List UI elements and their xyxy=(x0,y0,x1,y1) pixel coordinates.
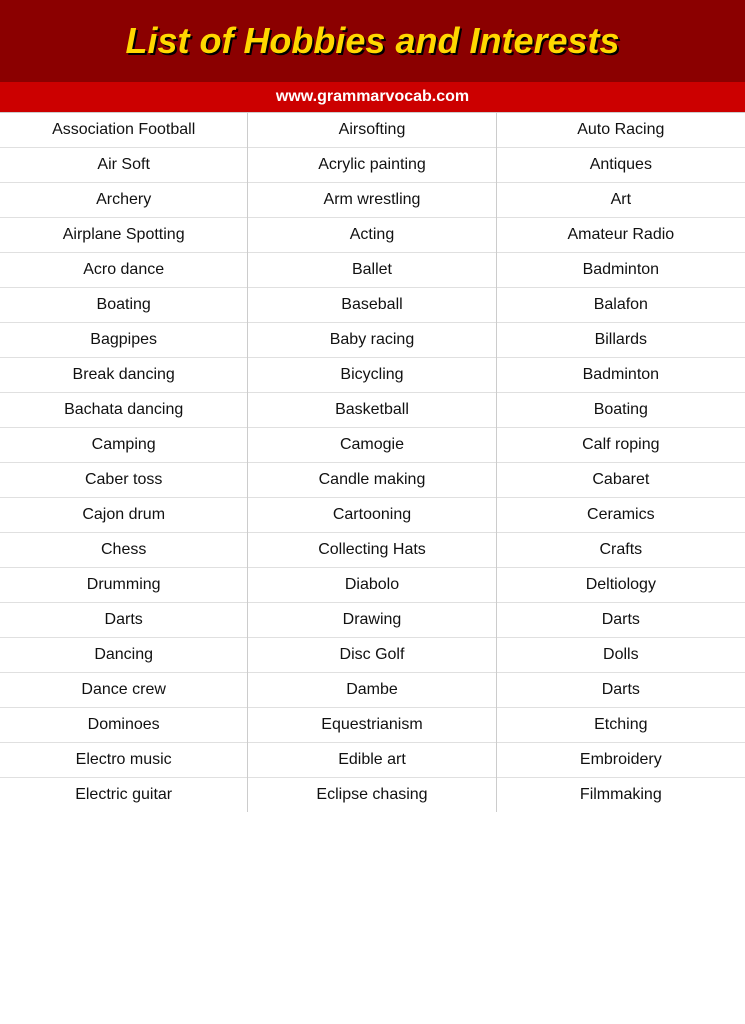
list-item: Airplane Spotting xyxy=(0,218,247,253)
list-item: Cajon drum xyxy=(0,498,247,533)
list-item: Cartooning xyxy=(248,498,495,533)
list-item: Calf roping xyxy=(497,428,745,463)
list-item: Electro music xyxy=(0,743,247,778)
list-item: Billards xyxy=(497,323,745,358)
list-item: Crafts xyxy=(497,533,745,568)
list-item: Basketball xyxy=(248,393,495,428)
list-item: Acrylic painting xyxy=(248,148,495,183)
list-item: Cabaret xyxy=(497,463,745,498)
list-item: Dolls xyxy=(497,638,745,673)
list-item: Eclipse chasing xyxy=(248,778,495,812)
header: List of Hobbies and Interests xyxy=(0,0,745,82)
list-item: Acro dance xyxy=(0,253,247,288)
list-item: Ballet xyxy=(248,253,495,288)
list-item: Antiques xyxy=(497,148,745,183)
list-item: Archery xyxy=(0,183,247,218)
website-bar: www.grammarvocab.com xyxy=(0,82,745,112)
list-item: Amateur Radio xyxy=(497,218,745,253)
list-item: Ceramics xyxy=(497,498,745,533)
list-item: Disc Golf xyxy=(248,638,495,673)
list-item: Darts xyxy=(0,603,247,638)
list-item: Arm wrestling xyxy=(248,183,495,218)
list-item: Bachata dancing xyxy=(0,393,247,428)
list-item: Camping xyxy=(0,428,247,463)
list-item: Art xyxy=(497,183,745,218)
list-item: Dambe xyxy=(248,673,495,708)
list-item: Association Football xyxy=(0,113,247,148)
list-item: Diabolo xyxy=(248,568,495,603)
list-item: Drawing xyxy=(248,603,495,638)
list-item: Caber toss xyxy=(0,463,247,498)
list-item: Embroidery xyxy=(497,743,745,778)
list-item: Darts xyxy=(497,673,745,708)
column-1: Association FootballAir SoftArcheryAirpl… xyxy=(0,113,248,812)
content-grid: Association FootballAir SoftArcheryAirpl… xyxy=(0,112,745,812)
list-item: Air Soft xyxy=(0,148,247,183)
list-item: Collecting Hats xyxy=(248,533,495,568)
list-item: Darts xyxy=(497,603,745,638)
list-item: Chess xyxy=(0,533,247,568)
list-item: Acting xyxy=(248,218,495,253)
list-item: Camogie xyxy=(248,428,495,463)
list-item: Edible art xyxy=(248,743,495,778)
list-item: Balafon xyxy=(497,288,745,323)
list-item: Boating xyxy=(0,288,247,323)
list-item: Equestrianism xyxy=(248,708,495,743)
list-item: Auto Racing xyxy=(497,113,745,148)
list-item: Badminton xyxy=(497,253,745,288)
list-item: Bagpipes xyxy=(0,323,247,358)
list-item: Etching xyxy=(497,708,745,743)
header-title: List of Hobbies and Interests xyxy=(125,20,619,61)
list-item: Electric guitar xyxy=(0,778,247,812)
column-2: AirsoftingAcrylic paintingArm wrestlingA… xyxy=(248,113,496,812)
website-url: www.grammarvocab.com xyxy=(276,88,469,105)
column-3: Auto RacingAntiquesArtAmateur RadioBadmi… xyxy=(497,113,745,812)
list-item: Dance crew xyxy=(0,673,247,708)
list-item: Baby racing xyxy=(248,323,495,358)
list-item: Candle making xyxy=(248,463,495,498)
list-item: Badminton xyxy=(497,358,745,393)
list-item: Deltiology xyxy=(497,568,745,603)
list-item: Dancing xyxy=(0,638,247,673)
list-item: Boating xyxy=(497,393,745,428)
list-item: Bicycling xyxy=(248,358,495,393)
list-item: Filmmaking xyxy=(497,778,745,812)
list-item: Baseball xyxy=(248,288,495,323)
list-item: Drumming xyxy=(0,568,247,603)
list-item: Airsofting xyxy=(248,113,495,148)
list-item: Break dancing xyxy=(0,358,247,393)
list-item: Dominoes xyxy=(0,708,247,743)
